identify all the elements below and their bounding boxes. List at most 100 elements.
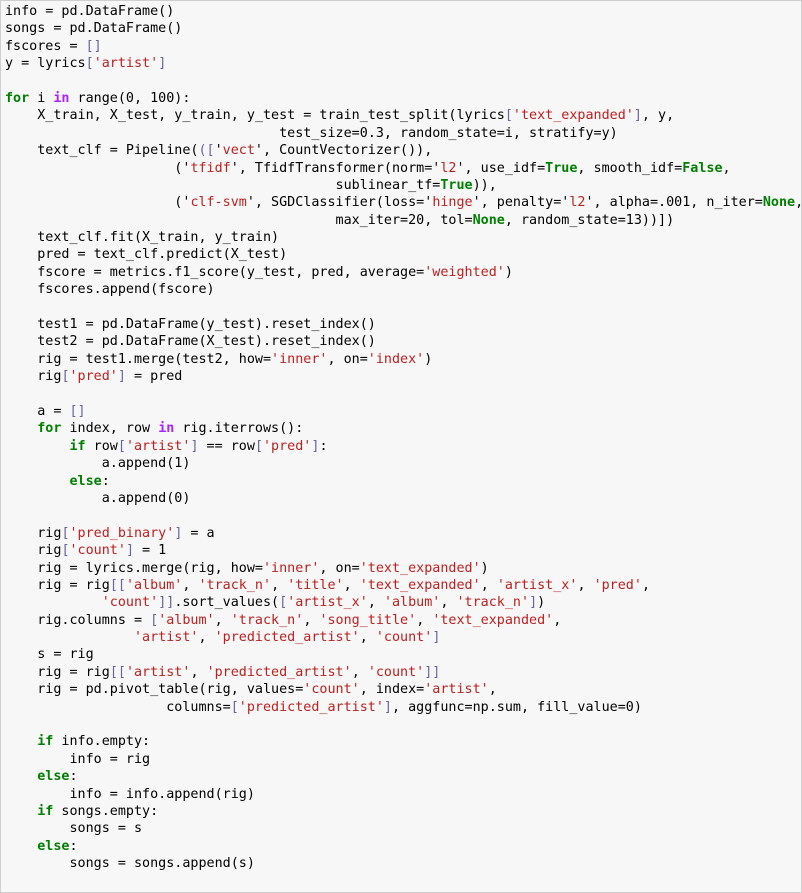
code-token: (' — [5, 160, 191, 176]
code-token: ] — [633, 108, 642, 124]
code-line: for i in range(0, 100): — [1, 90, 801, 107]
code-token: info = info.append(rig) — [5, 786, 255, 802]
code-token: , random_state=13))]) — [504, 212, 675, 228]
code-line: songs = songs.append(s) — [1, 855, 801, 872]
code-token: : — [319, 438, 328, 454]
code-token: info.empty: — [53, 734, 151, 750]
code-line: test2 = pd.DataFrame(X_test).reset_index… — [1, 333, 801, 350]
code-token: 'inner' — [271, 351, 328, 367]
code-token: = 1 — [134, 543, 167, 559]
code-token: .sort_values( — [174, 595, 280, 611]
code-token: , on= — [327, 351, 368, 367]
code-line: info = info.append(rig) — [1, 786, 801, 803]
code-token: 'pred' — [263, 438, 312, 454]
code-token: 'artist_x' — [496, 577, 578, 593]
code-token: index, row — [61, 421, 159, 437]
code-token: True — [545, 160, 578, 176]
code-token: , — [553, 612, 562, 628]
code-token: [[ — [109, 577, 126, 593]
code-line: rig['count'] = 1 — [1, 542, 801, 559]
code-token: columns= — [5, 699, 231, 715]
code-token: clf-svm — [190, 195, 247, 211]
code-token: y = lyrics — [5, 56, 86, 72]
code-token: )), — [472, 177, 497, 193]
code-token: , — [214, 612, 231, 628]
code-token: test1 = pd.DataFrame(y_test).reset_index… — [5, 317, 376, 333]
code-token: rig — [5, 543, 62, 559]
code-line: rig = rig[['album', 'track_n', 'title', … — [1, 577, 801, 594]
code-token: 'count' — [101, 595, 159, 611]
code-token: [ — [150, 612, 159, 628]
code-token: ([ — [198, 143, 215, 159]
code-line: else: — [1, 473, 801, 490]
code-token: tfidf — [190, 160, 231, 176]
code-token: 'album' — [158, 612, 215, 628]
code-token: 'artist' — [424, 682, 489, 698]
code-token: , — [577, 577, 594, 593]
code-line: columns=['predicted_artist'], aggfunc=np… — [1, 699, 801, 716]
code-token: [ — [254, 438, 263, 454]
code-line: test_size=0.3, random_state=i, stratify=… — [1, 125, 801, 142]
code-token: [ — [117, 438, 126, 454]
code-token: 'artist_x' — [287, 595, 368, 611]
code-cell[interactable]: info = pd.DataFrame() songs = pd.DataFram… — [0, 0, 802, 893]
code-line: fscores = [] — [1, 38, 801, 55]
code-token: [ — [279, 595, 288, 611]
code-token: 'count' — [375, 630, 433, 646]
code-token: fscores.append(fscore) — [5, 282, 215, 298]
code-line: 'count']].sort_values(['artist_x', 'albu… — [1, 594, 801, 611]
code-token: ', SGDClassifier(loss=' — [246, 195, 433, 211]
code-token: rig.iterrows(): — [174, 421, 304, 437]
code-token: ', alpha=.001, n_iter= — [585, 195, 763, 211]
code-token: l2 — [440, 160, 457, 176]
code-token: , — [351, 664, 368, 680]
code-line: text_clf = Pipeline((['vect', CountVecto… — [1, 142, 801, 159]
code-token: , — [303, 612, 320, 628]
code-token: , on= — [319, 560, 360, 576]
python-source-code[interactable]: info = pd.DataFrame() songs = pd.DataFram… — [1, 3, 801, 892]
code-token: ) — [480, 560, 489, 576]
code-token: rig = rig — [5, 577, 110, 593]
code-token: ', CountVectorizer()), — [254, 143, 433, 159]
code-line: ('tfidf', TfidfTransformer(norm='l2', us… — [1, 160, 801, 177]
code-token: else — [37, 769, 70, 785]
code-line: 'artist', 'predicted_artist', 'count'] — [1, 629, 801, 646]
code-token: 'track_n' — [198, 577, 272, 593]
code-line: songs = s — [1, 820, 801, 837]
code-token: ] — [117, 369, 126, 385]
code-token: 'track_n' — [230, 612, 304, 628]
code-token: [ — [61, 369, 70, 385]
code-token: test_size=0.3, random_state=i, stratify=… — [5, 125, 618, 141]
code-token: , — [480, 577, 497, 593]
code-line: for index, row in rig.iterrows(): — [1, 420, 801, 437]
code-token: 'inner' — [262, 560, 320, 576]
code-token: : — [69, 769, 78, 785]
code-token: text_clf.fit(X_train, y_train) — [5, 230, 280, 246]
code-token: [] — [85, 38, 102, 54]
code-token: , — [190, 664, 207, 680]
code-token: , — [440, 595, 457, 611]
code-token: , aggfunc=np.sum, fill_value=0) — [391, 699, 642, 715]
code-token: ) — [504, 264, 513, 280]
code-line: pred = text_clf.predict(X_test) — [1, 246, 801, 263]
code-token: [ — [85, 56, 94, 72]
code-token: text_clf = Pipeline( — [5, 143, 199, 159]
code-token: , — [182, 577, 199, 593]
code-token: : — [69, 838, 78, 854]
code-line: rig = pd.pivot_table(rig, values='count'… — [1, 681, 801, 698]
code-token: , — [359, 630, 376, 646]
code-token: ] — [158, 56, 167, 72]
code-line: a.append(1) — [1, 455, 801, 472]
code-token: else — [37, 838, 70, 854]
code-token: info = pd.DataFrame() — [5, 4, 175, 19]
code-token: 'text_expanded' — [432, 612, 554, 628]
code-token: 'pred_binary' — [69, 525, 175, 541]
code-token: rig = test1.merge(test2, how= — [5, 351, 272, 367]
code-token: , — [271, 577, 288, 593]
code-token: i — [29, 90, 54, 106]
code-token: [ — [230, 699, 239, 715]
